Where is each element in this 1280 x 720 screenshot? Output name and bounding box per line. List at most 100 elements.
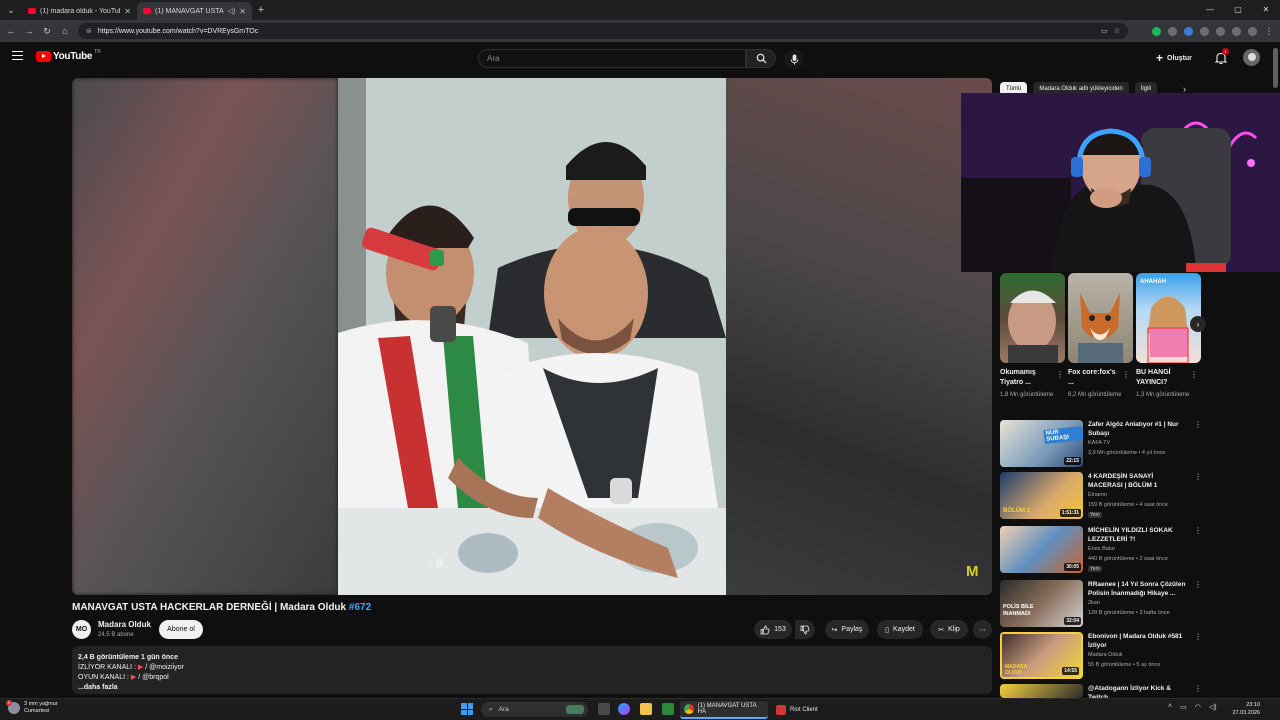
extension-icon[interactable] — [1200, 26, 1209, 36]
back-icon[interactable]: ← — [6, 26, 16, 36]
copilot-icon[interactable] — [618, 703, 630, 715]
browser-tab-1[interactable]: (1) madara olduk - YouTube ✕ — [22, 2, 137, 20]
browser-menu-icon[interactable]: ⋮ — [1264, 26, 1274, 37]
video-thumbnail[interactable]: MADARA OLDUK 14:55 — [1000, 632, 1083, 679]
more-options-icon[interactable]: ⋮ — [1194, 684, 1202, 693]
channel-link[interactable]: / @moiziiyor — [145, 664, 184, 671]
channel-name[interactable]: Madara Olduk — [98, 620, 151, 629]
recommended-video[interactable]: NUR SUBAŞI 22:15 Zafer Algöz Anlatıyor #… — [1000, 420, 1205, 468]
video-title[interactable]: 4 KARDEŞİN SANAYİ MACERASI | BÖLÜM 1 — [1088, 472, 1188, 490]
video-thumbnail[interactable] — [1000, 684, 1083, 698]
video-title[interactable]: Zafer Algöz Anlatıyor #1 | Nur Subaşı — [1088, 420, 1188, 438]
volume-icon[interactable]: ◁) — [1209, 703, 1217, 711]
sidebar-icon[interactable] — [1232, 26, 1241, 36]
network-icon[interactable]: ▭ — [1180, 703, 1187, 711]
shorts-next-button[interactable]: › — [1190, 316, 1206, 332]
profile-icon[interactable] — [1248, 26, 1257, 36]
short-title[interactable]: BU HANGİ YAYINCI? — [1136, 368, 1188, 388]
short-more-icon[interactable]: ⋮ — [1056, 370, 1064, 379]
more-actions-button[interactable]: ⋯ — [973, 620, 992, 639]
reload-icon[interactable]: ↻ — [42, 26, 52, 37]
wifi-icon[interactable]: ◠ — [1195, 703, 1201, 711]
install-app-icon[interactable]: ▭ — [1101, 27, 1108, 35]
audio-playing-icon[interactable]: ◁) — [228, 7, 236, 15]
short-thumbnail[interactable] — [1068, 273, 1133, 363]
channel-link[interactable]: / @brqpol — [138, 674, 168, 681]
recommended-video[interactable]: @Atadogann İzliyor Kick & Twitch ... ⋮ — [1000, 684, 1205, 698]
channel-watermark[interactable]: M — [966, 563, 979, 580]
voice-search-button[interactable] — [784, 49, 804, 69]
more-options-icon[interactable]: ⋮ — [1194, 632, 1202, 641]
short-thumbnail[interactable] — [1000, 273, 1065, 363]
dislike-button[interactable] — [795, 620, 815, 639]
bookmark-star-icon[interactable]: ☆ — [1114, 27, 1120, 35]
search-input[interactable]: Ara — [478, 49, 746, 68]
close-tab-icon[interactable]: ✕ — [239, 7, 246, 16]
video-hashtag[interactable]: #672 — [349, 602, 371, 613]
more-options-icon[interactable]: ⋮ — [1194, 580, 1202, 589]
video-title[interactable]: @Atadogann İzliyor Kick & Twitch ... — [1088, 684, 1188, 698]
extensions-puzzle-icon[interactable] — [1216, 26, 1225, 36]
subscribe-button[interactable]: Abone ol — [159, 620, 203, 639]
video-title[interactable]: Ebonivon | Madara Olduk #581 İzliyor — [1088, 632, 1188, 650]
channel-name[interactable]: KAFA TV — [1088, 440, 1110, 446]
video-thumbnail[interactable]: POLİS BİLE İNANMADI 32:04 — [1000, 580, 1083, 627]
recommended-video[interactable]: MADARA OLDUK 14:55 Ebonivon | Madara Old… — [1000, 632, 1205, 680]
short-title[interactable]: Fox core:fox's ... — [1068, 368, 1120, 388]
browser-tab-2[interactable]: (1) MANAVGAT USTA HACKE ◁) ✕ — [137, 2, 252, 20]
channel-name[interactable]: Elraenn — [1088, 492, 1107, 498]
task-view-icon[interactable] — [598, 703, 610, 715]
site-info-icon[interactable]: ⊜ — [86, 27, 92, 35]
short-title[interactable]: Okumamış Tiyatro ... — [1000, 368, 1052, 388]
channel-name[interactable]: Enes Batur — [1088, 546, 1115, 552]
tab-search-menu-icon[interactable]: ⌄ — [0, 0, 22, 20]
more-options-icon[interactable]: ⋮ — [1194, 472, 1202, 481]
taskbar-riot-app[interactable]: Riot Client — [772, 701, 828, 719]
channel-name[interactable]: 2kan — [1088, 600, 1100, 606]
taskbar-chrome-app[interactable]: (1) MANAVGAT USTA HA — [680, 701, 768, 719]
description-box[interactable]: 2,4 B görüntüleme 1 gün önce İZLİYOR KAN… — [72, 646, 992, 694]
tray-overflow-icon[interactable]: ˄ — [1168, 703, 1172, 711]
page-scrollbar[interactable] — [1273, 48, 1278, 88]
new-tab-button[interactable]: + — [252, 4, 270, 16]
video-title[interactable]: RRaenee | 14 Yıl Sonra Çözülen Polisin İ… — [1088, 580, 1188, 598]
maximize-button[interactable]: ▢ — [1224, 0, 1252, 20]
search-button[interactable] — [746, 49, 776, 68]
video-thumbnail[interactable]: 30:05 — [1000, 526, 1083, 573]
channel-avatar[interactable]: MO — [72, 620, 91, 639]
start-windows-icon[interactable] — [461, 703, 473, 715]
recommended-video[interactable]: BÖLÜM 1 1:51:31 4 KARDEŞİN SANAYİ MACERA… — [1000, 472, 1205, 520]
video-player[interactable]: ♪ @ M — [72, 78, 992, 595]
share-button[interactable]: ↪ Paylaş — [825, 620, 869, 639]
more-options-icon[interactable]: ⋮ — [1194, 420, 1202, 429]
store-icon[interactable] — [662, 703, 674, 715]
clip-button[interactable]: ✂ Klip — [930, 620, 968, 639]
weather-widget[interactable]: 1 3 mm yağmur Cumartesi — [6, 700, 58, 715]
forward-icon[interactable]: → — [24, 26, 34, 36]
video-thumbnail[interactable]: NUR SUBAŞI 22:15 — [1000, 420, 1083, 467]
channel-name[interactable]: Madara Olduk — [1088, 652, 1123, 658]
account-avatar[interactable] — [1243, 49, 1260, 66]
guide-menu-icon[interactable] — [12, 51, 23, 60]
close-tab-icon[interactable]: ✕ — [124, 7, 131, 16]
address-bar[interactable]: ⊜ https://www.youtube.com/watch?v=DVREys… — [78, 23, 1128, 39]
video-thumbnail[interactable]: BÖLÜM 1 1:51:31 — [1000, 472, 1083, 519]
recommended-video[interactable]: 30:05 MİCHELİN YILDIZLI SOKAK LEZZETLERİ… — [1000, 526, 1205, 574]
short-more-icon[interactable]: ⋮ — [1190, 370, 1198, 379]
home-icon[interactable]: ⌂ — [60, 26, 70, 36]
like-button[interactable]: 153 — [754, 620, 792, 639]
youtube-logo[interactable]: YouTube TR — [36, 49, 101, 62]
taskbar-clock[interactable]: 23:10 27.03.2026 — [1228, 701, 1260, 717]
short-more-icon[interactable]: ⋮ — [1122, 370, 1130, 379]
taskbar-search[interactable]: ⌕ Ara — [481, 702, 588, 717]
file-explorer-icon[interactable] — [640, 703, 652, 715]
close-window-button[interactable]: ✕ — [1252, 0, 1280, 20]
minimize-button[interactable]: — — [1196, 0, 1224, 20]
create-button[interactable]: + Oluştur — [1156, 50, 1192, 66]
more-options-icon[interactable]: ⋮ — [1194, 526, 1202, 535]
extension-icon[interactable] — [1168, 26, 1177, 36]
video-title[interactable]: MİCHELİN YILDIZLI SOKAK LEZZETLERİ ?! — [1088, 526, 1188, 544]
extension-icon[interactable] — [1152, 26, 1161, 36]
recommended-video[interactable]: POLİS BİLE İNANMADI 32:04 RRaenee | 14 Y… — [1000, 580, 1205, 628]
save-button[interactable]: ▯ Kaydet — [877, 620, 923, 639]
